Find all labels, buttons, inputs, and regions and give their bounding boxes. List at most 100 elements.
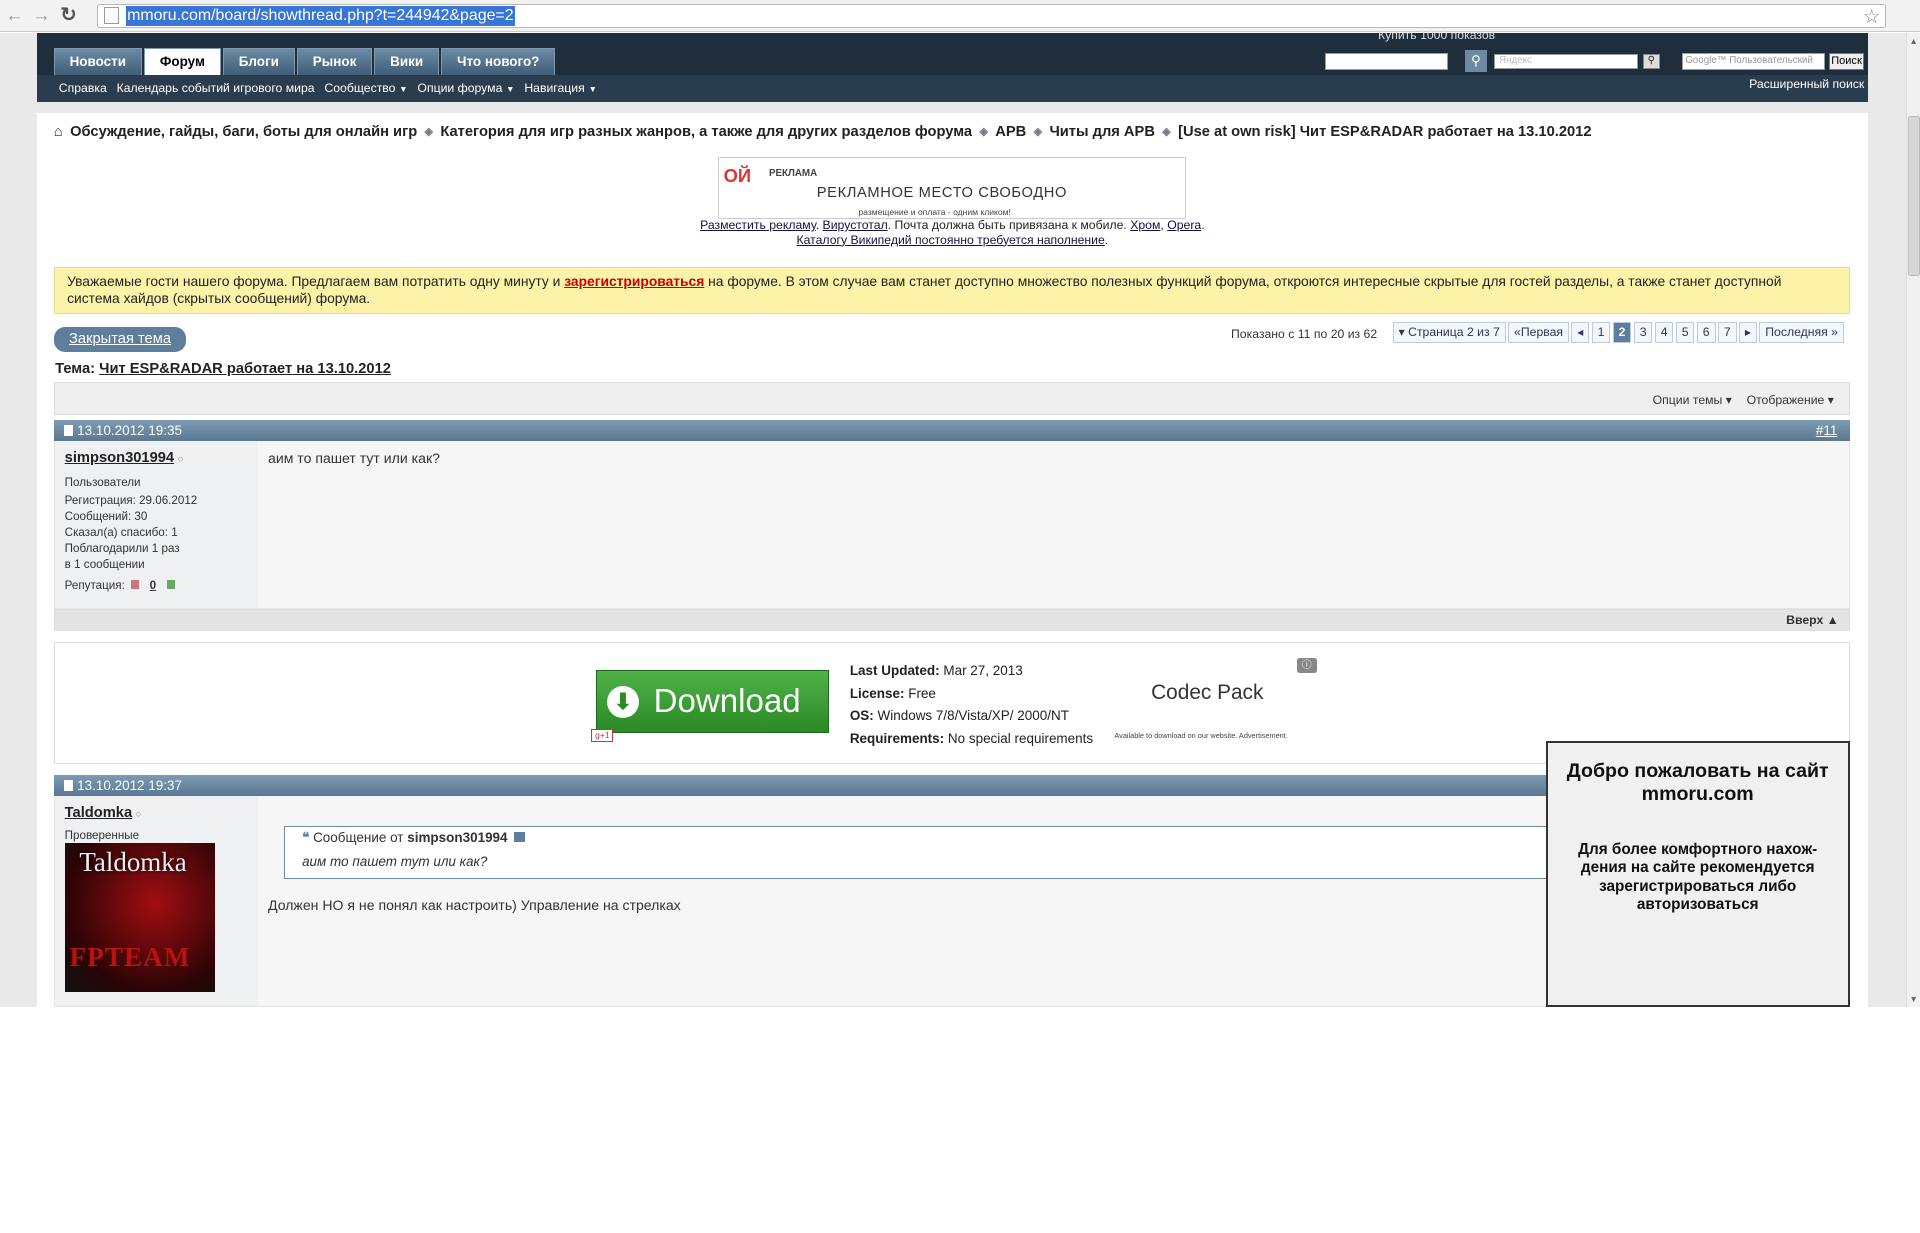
page-link[interactable]: 5 xyxy=(1675,322,1695,343)
closed-thread-button[interactable]: Закрытая тема xyxy=(53,327,187,352)
search-icon[interactable]: ⚲ xyxy=(1464,50,1487,73)
promo-link[interactable]: Купить 1000 показов xyxy=(1378,28,1495,42)
user-messages: Сообщений: 30 xyxy=(64,510,148,524)
prev-page-link[interactable]: ◂ xyxy=(1571,322,1590,343)
reload-icon[interactable]: ↻ xyxy=(56,3,80,27)
site-header: Купить 1000 показов Новости Форум Блоги … xyxy=(36,28,1868,102)
next-page-link[interactable]: ▸ xyxy=(1738,322,1757,343)
requirements-value: No special requirements xyxy=(944,730,1094,746)
register-link[interactable]: зарегистрироваться xyxy=(564,273,704,289)
forum-search-input[interactable] xyxy=(1325,52,1448,70)
address-bar[interactable]: mmoru.com/board/showthread.php?t=244942&… xyxy=(96,3,1887,29)
subnav-calendar[interactable]: Календарь событий игрового мира xyxy=(117,81,315,95)
page-link[interactable]: 6 xyxy=(1696,322,1716,343)
ad-sub-text: размещение и оплата - одним кликом! xyxy=(858,206,1011,217)
opera-link[interactable]: Opera xyxy=(1167,218,1201,232)
tab-news[interactable]: Новости xyxy=(53,47,142,75)
google-search-input[interactable]: Google™ Пользовательский xyxy=(1681,52,1826,70)
subnav-forum-options[interactable]: Опции форума ▼ xyxy=(417,81,514,95)
user-thanked: Поблагодарили 1 раз xyxy=(64,542,180,556)
avatar-text: Taldomka xyxy=(79,846,187,877)
username-link[interactable]: simpson301994 xyxy=(65,450,174,466)
offline-status-icon: ○ xyxy=(177,453,184,465)
breadcrumb: ⌂ Обсуждение, гайды, баги, боты для онла… xyxy=(54,124,1592,140)
showing-count: Показано с 11 по 20 из 62 xyxy=(1231,327,1378,342)
display-options-menu[interactable]: Отображение ▾ xyxy=(1747,393,1834,407)
tab-blogs[interactable]: Блоги xyxy=(223,47,295,75)
tab-market[interactable]: Рынок xyxy=(297,47,373,75)
yandex-search-input[interactable]: Яндекс xyxy=(1494,53,1638,69)
scroll-down-icon[interactable]: ▼ xyxy=(1909,994,1917,1004)
gplus-icon[interactable]: g+1 xyxy=(591,728,614,743)
user-group: Пользователи xyxy=(64,476,141,490)
yandex-search-icon[interactable]: ⚲ xyxy=(1642,53,1660,69)
view-post-icon[interactable] xyxy=(513,832,525,843)
codec-title: Codec Pack xyxy=(1151,680,1264,704)
tab-forum[interactable]: Форум xyxy=(144,47,221,75)
breadcrumb-separator-icon: ◈ xyxy=(1162,126,1171,139)
back-icon[interactable]: ← xyxy=(2,3,26,27)
subnav-help[interactable]: Справка xyxy=(59,81,107,95)
user-info: Taldomka ○ Проверенные Taldomka FPTEAM xyxy=(54,796,259,1006)
thread-toolbar: Опции темы ▾ Отображение ▾ xyxy=(53,382,1850,416)
ad-info-icon[interactable]: ⓘ xyxy=(1296,657,1317,674)
download-button[interactable]: ⬇ Download xyxy=(596,669,829,734)
caret-down-icon: ▼ xyxy=(506,84,515,95)
updated-label: Last Updated: xyxy=(849,662,940,678)
page-link[interactable]: 3 xyxy=(1633,322,1653,343)
popup-body: Для более комфортного нахож-дения на сай… xyxy=(1578,841,1818,914)
post-footer: Вверх ▲ xyxy=(53,608,1850,631)
bookmark-star-icon[interactable]: ☆ xyxy=(1863,5,1881,29)
post-number-link[interactable]: #11 xyxy=(1816,423,1837,438)
ad-banner[interactable]: ОЙ РЕКЛАМА РЕКЛАМНОЕ МЕСТО СВОБОДНО разм… xyxy=(717,156,1186,220)
breadcrumb-item[interactable]: Категория для игр разных жанров, а также… xyxy=(440,124,972,140)
thread-options-menu[interactable]: Опции темы ▾ xyxy=(1653,393,1732,407)
tab-wiki[interactable]: Вики xyxy=(374,47,439,75)
subnav-community[interactable]: Сообщество ▼ xyxy=(324,81,407,95)
license-value: Free xyxy=(904,685,936,701)
caret-down-icon: ▼ xyxy=(399,84,408,95)
last-page-link[interactable]: Последняя » xyxy=(1759,322,1844,343)
breadcrumb-item[interactable]: Читы для APB xyxy=(1049,124,1154,140)
virustotal-link[interactable]: Вирустотал xyxy=(823,218,888,232)
breadcrumb-separator-icon: ◈ xyxy=(979,126,988,139)
home-icon[interactable]: ⌂ xyxy=(54,124,63,140)
scroll-thumb[interactable] xyxy=(1908,116,1920,276)
reputation-label: Репутация: xyxy=(64,578,125,592)
ad-links: Разместить рекламу. Вирустотал. Почта до… xyxy=(700,218,1205,247)
forward-icon[interactable]: → xyxy=(29,3,53,27)
page-link[interactable]: 4 xyxy=(1654,322,1674,343)
tab-whats-new[interactable]: Что нового? xyxy=(441,47,556,75)
place-ad-link[interactable]: Разместить рекламу xyxy=(700,218,816,232)
rep-minus-icon[interactable] xyxy=(130,580,140,589)
wiki-catalog-link[interactable]: Каталогу Википедий постоянно требуется н… xyxy=(796,233,1104,247)
quote-text: аим то пашет тут или как? xyxy=(302,853,488,869)
url-text[interactable]: mmoru.com/board/showthread.php?t=244942&… xyxy=(125,5,515,27)
back-to-top-link[interactable]: Вверх ▲ xyxy=(1786,613,1839,627)
welcome-popup[interactable]: Добро пожаловать на сайт mmoru.com Для б… xyxy=(1545,741,1850,1007)
popup-title: Добро пожаловать на сайт mmoru.com xyxy=(1566,760,1829,806)
rep-plus-icon[interactable] xyxy=(166,580,176,589)
chrome-link[interactable]: Хром xyxy=(1130,218,1160,232)
breadcrumb-item[interactable]: APB xyxy=(995,124,1026,140)
breadcrumb-separator-icon: ◈ xyxy=(424,126,434,139)
post-message: аим то пашет тут или как? xyxy=(268,449,440,466)
os-value: Windows 7/8/Vista/XP/ 2000/NT xyxy=(873,708,1069,724)
page-link[interactable]: 7 xyxy=(1717,322,1737,343)
search-button[interactable]: Поиск xyxy=(1828,52,1865,70)
breadcrumb-item[interactable]: Обсуждение, гайды, баги, боты для онлайн… xyxy=(70,124,417,140)
user-group: Проверенные xyxy=(64,828,140,842)
post-message: Должен НО я не понял как настроить) Упра… xyxy=(268,896,681,913)
first-page-link[interactable]: «Первая xyxy=(1508,322,1569,343)
scroll-up-icon[interactable]: ▲ xyxy=(1909,36,1917,46)
subnav-navigation[interactable]: Навигация ▼ xyxy=(524,81,597,95)
thread-title-link[interactable]: Чит ESP&RADAR работает на 13.10.2012 xyxy=(99,361,391,377)
scrollbar[interactable]: ▲ ▼ xyxy=(1905,33,1920,1007)
username-link[interactable]: Taldomka xyxy=(65,805,132,821)
advanced-search-link[interactable]: Расширенный поиск xyxy=(1749,77,1864,91)
page-link[interactable]: 1 xyxy=(1591,322,1611,343)
avatar: Taldomka FPTEAM xyxy=(64,842,216,993)
download-label: Download xyxy=(653,682,801,720)
page-dropdown[interactable]: ▾ Страница 2 из 7 xyxy=(1392,322,1506,343)
user-thanked-posts: в 1 сообщении xyxy=(64,558,145,572)
